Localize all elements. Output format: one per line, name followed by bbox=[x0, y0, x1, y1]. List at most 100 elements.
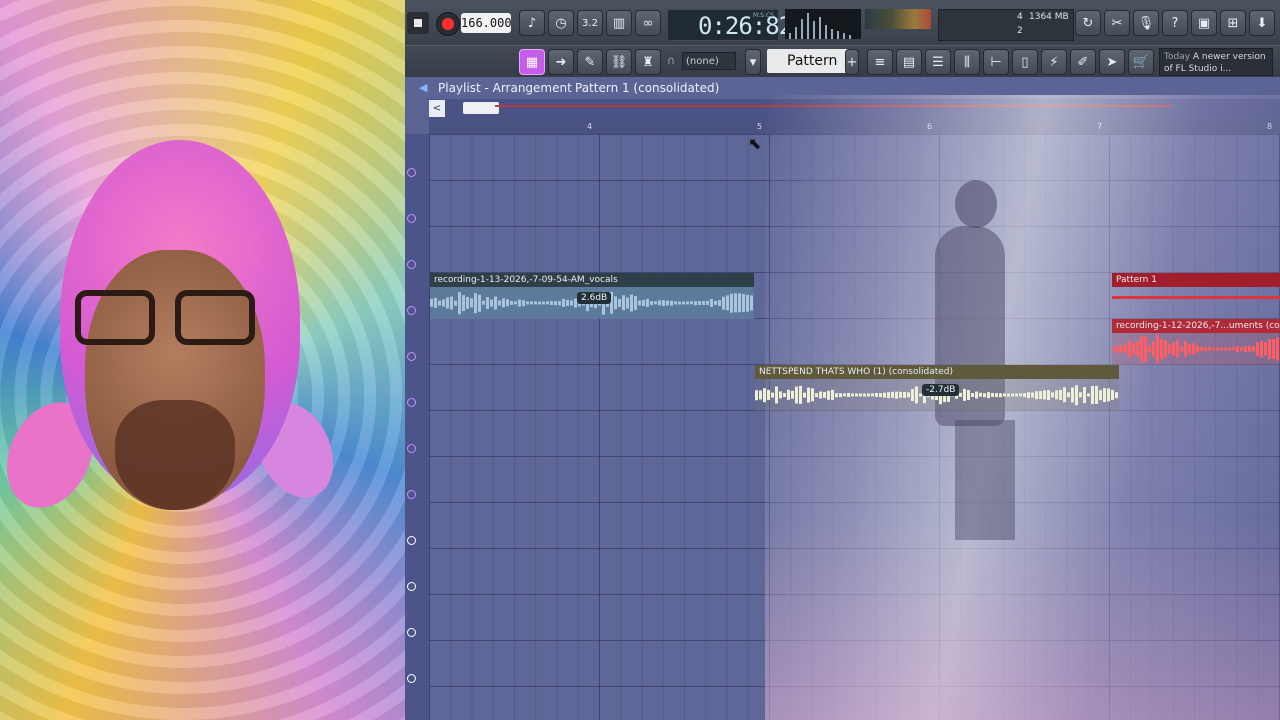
waveform-bar bbox=[734, 293, 737, 313]
pattern-arrow-icon[interactable]: ▾ bbox=[745, 49, 761, 75]
cpu-value: 4 bbox=[1017, 12, 1023, 22]
waveform-bar bbox=[903, 392, 906, 398]
help-icon[interactable]: ? bbox=[1162, 10, 1188, 36]
waveform-bar bbox=[470, 298, 473, 308]
waveform-bar bbox=[1212, 347, 1215, 351]
microphone-icon[interactable]: 🎙 bbox=[1133, 10, 1159, 36]
waveform-bar bbox=[546, 301, 549, 305]
waveform-bar bbox=[722, 296, 725, 310]
download-icon[interactable]: ⬇ bbox=[1249, 10, 1275, 36]
undo-history-icon[interactable]: ↻ bbox=[1075, 10, 1101, 36]
pattern-selector[interactable]: Pattern 1 bbox=[767, 49, 849, 93]
scroll-thumb[interactable] bbox=[463, 102, 499, 114]
save-icon[interactable]: ▣ bbox=[1191, 10, 1217, 36]
metronome-icon[interactable]: ♪ bbox=[519, 10, 545, 36]
track-mute-dot[interactable] bbox=[407, 306, 416, 315]
timeline-ruler[interactable]: 4 5 6 7 8 bbox=[429, 119, 1280, 134]
pattern-clip[interactable]: Pattern 1 bbox=[1112, 273, 1280, 303]
waveform-bar bbox=[1071, 387, 1074, 403]
time-unit: M:S:CS bbox=[752, 12, 774, 19]
add-pattern-icon[interactable]: + bbox=[845, 49, 859, 75]
track-mute-dot[interactable] bbox=[407, 628, 416, 637]
waveform-bar bbox=[554, 301, 557, 305]
horizontal-scrollbar[interactable]: < bbox=[429, 99, 1280, 119]
track-mute-dot[interactable] bbox=[407, 490, 416, 499]
playlist-grid[interactable] bbox=[429, 134, 1280, 720]
waveform-bar bbox=[450, 296, 453, 310]
waveform-bar bbox=[1276, 337, 1279, 361]
tempo-display[interactable]: 166.000 bbox=[461, 13, 512, 33]
waveform-bar bbox=[1055, 390, 1058, 400]
track-mute-dot[interactable] bbox=[407, 398, 416, 407]
time-display[interactable]: 0:26:82 M:S:CS bbox=[667, 9, 793, 41]
waveform-bar bbox=[626, 297, 629, 309]
update-notice[interactable]: Today A newer version of FL Studio i... bbox=[1159, 48, 1273, 76]
playlist-icon[interactable]: ≡ bbox=[867, 49, 893, 75]
waveform-bar bbox=[742, 293, 745, 313]
stamp-icon[interactable]: ♜ bbox=[635, 49, 661, 75]
export-icon[interactable]: ➤ bbox=[1099, 49, 1125, 75]
record-button[interactable] bbox=[436, 12, 460, 36]
step-edit-icon[interactable]: ▥ bbox=[606, 10, 632, 36]
bar-marker: 7 bbox=[1097, 122, 1103, 131]
waveform-bar bbox=[1087, 393, 1090, 397]
loop-record-icon[interactable]: ∞ bbox=[635, 10, 661, 36]
waveform-bar bbox=[462, 295, 465, 311]
arrow-icon[interactable]: ➜ bbox=[548, 49, 574, 75]
waveform-bar bbox=[1232, 347, 1235, 351]
track-mute-dot[interactable] bbox=[407, 168, 416, 177]
link-icon[interactable]: ⛓ bbox=[606, 49, 632, 75]
waveform-bar bbox=[1180, 346, 1183, 352]
waveform-bar bbox=[506, 299, 509, 307]
waveform-bar bbox=[478, 294, 481, 312]
track-mute-dot[interactable] bbox=[407, 444, 416, 453]
cut-icon[interactable]: ✂ bbox=[1104, 10, 1130, 36]
waveform-bar bbox=[746, 294, 749, 312]
wait-record-icon[interactable]: ◷ bbox=[548, 10, 574, 36]
waveform-bar bbox=[1031, 392, 1034, 398]
waveform-bar bbox=[799, 385, 802, 405]
waveform-bar bbox=[1051, 392, 1054, 398]
waveform-bar bbox=[983, 393, 986, 397]
playlist-view-icon[interactable]: ▦ bbox=[519, 49, 545, 75]
magnet-icon[interactable]: ∩ bbox=[667, 54, 675, 67]
waveform-bar bbox=[562, 298, 565, 308]
plugin-icon[interactable]: ⚡ bbox=[1041, 49, 1067, 75]
waveform-bar bbox=[706, 300, 709, 306]
waveform-bar bbox=[787, 389, 790, 401]
track-mute-dot[interactable] bbox=[407, 536, 416, 545]
track-mute-dot[interactable] bbox=[407, 674, 416, 683]
waveform-bar bbox=[763, 388, 766, 402]
piano-roll-icon[interactable]: ▤ bbox=[896, 49, 922, 75]
stop-button[interactable] bbox=[407, 12, 429, 34]
speaker-icon[interactable]: ◀ bbox=[419, 81, 427, 94]
waveform-bar bbox=[1192, 343, 1195, 355]
waveform-bar bbox=[1063, 387, 1066, 403]
browser-icon[interactable]: ⊢ bbox=[983, 49, 1009, 75]
snap-dropdown[interactable]: (none) bbox=[682, 52, 736, 70]
playlist-header: ◀ Playlist - Arrangement Pattern 1 (cons… bbox=[405, 77, 1280, 99]
beard bbox=[115, 400, 235, 510]
track-mute-dot[interactable] bbox=[407, 260, 416, 269]
countdown-icon[interactable]: 3.2 bbox=[577, 10, 603, 36]
pencil-icon[interactable]: ✎ bbox=[577, 49, 603, 75]
mixer-icon[interactable]: ⊞ bbox=[1220, 10, 1246, 36]
channel-rack-icon[interactable]: ☰ bbox=[925, 49, 951, 75]
waveform-bar bbox=[646, 298, 649, 308]
waveform-bar bbox=[1035, 391, 1038, 399]
waveform-bar bbox=[442, 299, 445, 307]
track-mute-dot[interactable] bbox=[407, 352, 416, 361]
track-mute-dot[interactable] bbox=[407, 582, 416, 591]
shop-cart-icon[interactable]: 🛒 bbox=[1128, 49, 1154, 75]
mixer-sliders-icon[interactable]: ⫼ bbox=[954, 49, 980, 75]
playlist-pattern-selector[interactable]: Pattern 1 (consolidated) bbox=[575, 81, 719, 95]
brush-icon[interactable]: ✐ bbox=[1070, 49, 1096, 75]
cpu-memory-panel: 4 1364 MB 2 bbox=[938, 9, 1074, 41]
track-mute-dot[interactable] bbox=[407, 214, 416, 223]
playlist-title[interactable]: Playlist - Arrangement bbox=[438, 81, 572, 95]
scroll-left-button[interactable]: < bbox=[429, 100, 445, 117]
waveform-bar bbox=[1188, 344, 1191, 354]
audio-clip-instruments[interactable]: recording-1-12-2026,-7...uments (conso bbox=[1112, 319, 1280, 365]
file-icon[interactable]: ▯ bbox=[1012, 49, 1038, 75]
waveform-bar bbox=[971, 393, 974, 397]
